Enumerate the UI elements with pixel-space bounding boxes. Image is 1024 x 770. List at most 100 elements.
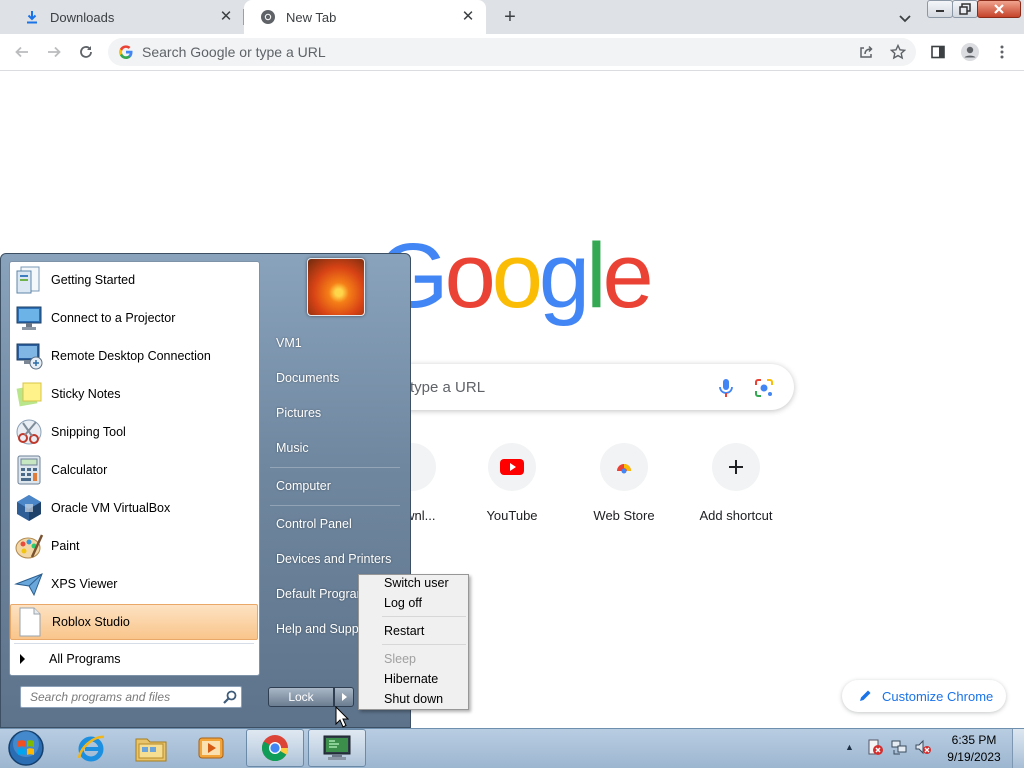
all-programs-button[interactable]: All Programs: [14, 648, 254, 670]
program-calculator[interactable]: Calculator: [10, 452, 258, 488]
remote-desktop-icon: [13, 340, 45, 372]
program-label: Remote Desktop Connection: [51, 349, 211, 363]
show-desktop-button[interactable]: [1012, 729, 1024, 768]
tab-label: New Tab: [286, 9, 337, 25]
program-getting-started[interactable]: Getting Started: [10, 262, 258, 298]
program-label: Snipping Tool: [51, 425, 126, 439]
tray-overflow-button[interactable]: ▲: [845, 742, 854, 752]
new-tab-button[interactable]: +: [498, 5, 522, 29]
logo-letter: e: [602, 225, 654, 327]
program-remote-desktop-connection[interactable]: Remote Desktop Connection: [10, 338, 258, 374]
omnibox-placeholder: Search Google or type a URL: [142, 44, 326, 60]
customize-label: Customize Chrome: [882, 688, 994, 704]
minimize-button[interactable]: [927, 0, 953, 18]
close-window-button[interactable]: [977, 0, 1021, 18]
google-logo: Google: [377, 230, 654, 322]
start-item-user[interactable]: VM1: [276, 336, 302, 350]
power-options-button[interactable]: [334, 687, 354, 707]
share-button[interactable]: [854, 40, 878, 64]
start-item-computer[interactable]: Computer: [276, 479, 331, 493]
close-icon[interactable]: ✕: [460, 9, 476, 25]
forward-button[interactable]: [42, 40, 66, 64]
all-programs-divider: [14, 643, 254, 644]
menu-item-log-off[interactable]: Log off: [384, 596, 422, 610]
logo-letter: o: [491, 225, 543, 327]
start-item-control-panel[interactable]: Control Panel: [276, 517, 352, 531]
tab-new-tab[interactable]: New Tab ✕: [244, 0, 486, 34]
arrow-right-icon: [48, 46, 61, 58]
program-roblox-studio[interactable]: Roblox Studio: [10, 604, 258, 640]
search-icon[interactable]: [222, 689, 238, 705]
program-label: Getting Started: [51, 273, 136, 287]
star-icon: [890, 44, 906, 60]
snipping-tool-icon: [13, 416, 45, 448]
action-center-icon[interactable]: [866, 738, 884, 756]
mouse-cursor-icon: [335, 705, 350, 728]
program-sticky-notes[interactable]: Sticky Notes: [10, 376, 258, 412]
program-label: XPS Viewer: [51, 577, 118, 591]
taskbar-internet-explorer[interactable]: [62, 729, 120, 767]
share-icon: [860, 45, 873, 58]
program-xps-viewer[interactable]: XPS Viewer: [10, 566, 258, 602]
program-connect-to-projector[interactable]: Connect to a Projector: [10, 300, 258, 336]
program-label: Paint: [51, 539, 80, 553]
paint-icon: [13, 530, 45, 562]
shortcut-youtube[interactable]: YouTube: [462, 443, 562, 523]
taskbar-chrome[interactable]: [246, 729, 304, 767]
logo-letter: l: [586, 225, 607, 327]
taskbar-file-explorer[interactable]: [122, 729, 180, 767]
plus-icon: [712, 443, 760, 491]
taskbar-virtualbox-manager[interactable]: [308, 729, 366, 767]
tab-search-button[interactable]: [894, 7, 916, 29]
menu-item-hibernate[interactable]: Hibernate: [384, 672, 438, 686]
restore-button[interactable]: [952, 0, 978, 18]
download-icon: [24, 9, 40, 25]
volume-muted-icon[interactable]: [914, 738, 932, 756]
chrome-icon: [261, 735, 289, 762]
tab-downloads[interactable]: Downloads ✕: [8, 0, 244, 34]
microphone-icon[interactable]: [716, 377, 736, 399]
shortcut-web-store[interactable]: Web Store: [574, 443, 674, 523]
menu-item-restart[interactable]: Restart: [384, 624, 424, 638]
program-oracle-vm-virtualbox[interactable]: Oracle VM VirtualBox: [10, 490, 258, 526]
back-button[interactable]: [10, 40, 34, 64]
reload-button[interactable]: [74, 40, 98, 64]
clock-date[interactable]: 9/19/2023: [942, 750, 1006, 764]
arrow-right-icon: [20, 654, 25, 664]
taskbar-media-player[interactable]: [182, 729, 240, 767]
logo-letter: g: [538, 225, 590, 327]
start-button[interactable]: [6, 729, 46, 767]
lock-button[interactable]: Lock: [268, 687, 334, 707]
getting-started-icon: [13, 264, 45, 296]
youtube-icon: [488, 443, 536, 491]
shortcut-add[interactable]: Add shortcut: [686, 443, 786, 523]
google-lens-icon[interactable]: [753, 377, 775, 399]
minimize-icon: [936, 10, 944, 12]
shortcut-label: Add shortcut: [699, 508, 773, 523]
start-item-documents[interactable]: Documents: [276, 371, 339, 385]
clock-time[interactable]: 6:35 PM: [949, 733, 999, 747]
menu-item-switch-user[interactable]: Switch user: [384, 576, 449, 590]
program-paint[interactable]: Paint: [10, 528, 258, 564]
menu-button[interactable]: [990, 40, 1014, 64]
xps-viewer-icon: [13, 568, 45, 600]
start-item-music[interactable]: Music: [276, 441, 309, 455]
shortcut-label: YouTube: [486, 508, 538, 523]
avatar-icon: [961, 43, 979, 61]
ntp-search-placeholder: type a URL: [410, 379, 486, 396]
all-programs-label: All Programs: [49, 652, 121, 666]
bookmark-button[interactable]: [886, 40, 910, 64]
calculator-icon: [13, 454, 45, 486]
program-snipping-tool[interactable]: Snipping Tool: [10, 414, 258, 450]
customize-chrome-button[interactable]: Customize Chrome: [842, 680, 1006, 712]
close-icon[interactable]: ✕: [218, 9, 234, 25]
user-avatar[interactable]: [307, 258, 365, 316]
side-panel-button[interactable]: [926, 40, 950, 64]
profile-button[interactable]: [958, 40, 982, 64]
logo-letter: o: [444, 225, 496, 327]
shortcut-label: Web Store: [593, 508, 655, 523]
menu-item-shut-down[interactable]: Shut down: [384, 692, 443, 706]
start-item-pictures[interactable]: Pictures: [276, 406, 321, 420]
start-item-devices-and-printers[interactable]: Devices and Printers: [276, 552, 391, 566]
network-icon[interactable]: [890, 738, 908, 756]
